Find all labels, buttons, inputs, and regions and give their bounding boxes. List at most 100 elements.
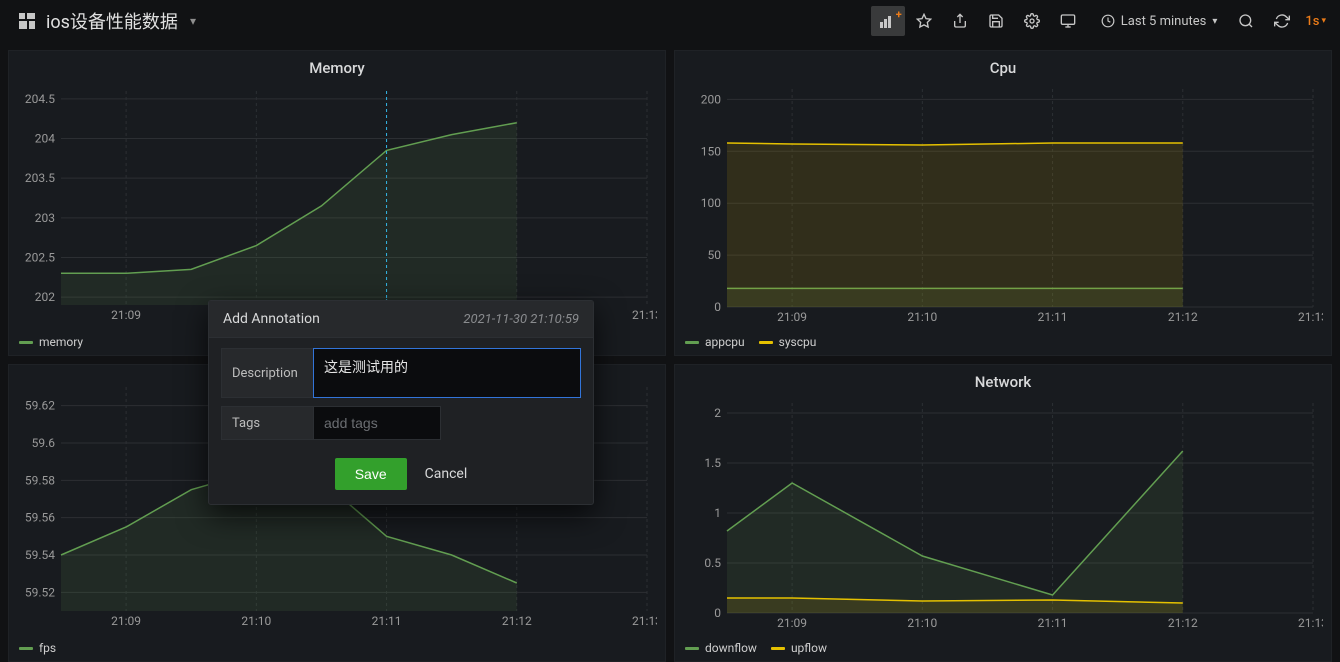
legend-item-upflow[interactable]: upflow xyxy=(771,641,827,655)
svg-text:21:12: 21:12 xyxy=(502,614,532,628)
legend-swatch xyxy=(685,341,699,344)
svg-text:203: 203 xyxy=(35,211,55,225)
svg-text:21:09: 21:09 xyxy=(111,308,141,322)
popup-timestamp: 2021-11-30 21:10:59 xyxy=(463,312,579,327)
svg-text:21:10: 21:10 xyxy=(907,616,937,630)
svg-text:59.52: 59.52 xyxy=(25,585,55,599)
star-button[interactable] xyxy=(907,6,941,36)
time-range-picker[interactable]: Last 5 minutes ▾ xyxy=(1091,6,1228,36)
svg-text:202.5: 202.5 xyxy=(25,250,55,264)
cpu-chart[interactable]: 0 50 100 150 200 21:09 21:10 21:11 21:12 21:13 xyxy=(683,81,1323,329)
legend-label: upflow xyxy=(791,641,827,655)
svg-text:204.5: 204.5 xyxy=(25,92,55,106)
panel-title: Memory xyxy=(9,51,665,81)
svg-text:21:10: 21:10 xyxy=(907,310,937,324)
panel-title: Network xyxy=(675,365,1331,395)
svg-text:21:11: 21:11 xyxy=(1038,310,1068,324)
chart-area[interactable]: 202202.5203203.5204204.521:0921:1021:112… xyxy=(9,81,665,331)
popup-body: Description Tags Save Cancel xyxy=(209,338,593,504)
save-dashboard-button[interactable] xyxy=(979,6,1013,36)
svg-text:59.58: 59.58 xyxy=(25,473,55,487)
topbar-right: Last 5 minutes ▾ 1s ▾ xyxy=(871,6,1332,36)
dashboard-grid: Memory 202202.5203203.5204204.521:0921:1… xyxy=(0,42,1340,662)
legend-label: fps xyxy=(39,641,56,655)
panel-cpu[interactable]: Cpu 0 50 100 150 200 21:09 21:10 21:11 21:12 21:1… xyxy=(674,50,1332,356)
svg-text:21:09: 21:09 xyxy=(777,310,807,324)
legend-label: downflow xyxy=(705,641,757,655)
svg-text:59.6: 59.6 xyxy=(32,436,56,450)
panel-network[interactable]: Network 0 0.5 1 1.5 2 21:09 21:10 21:11 21:12 21:… xyxy=(674,364,1332,662)
chevron-down-icon[interactable]: ▾ xyxy=(190,14,196,28)
svg-text:0: 0 xyxy=(714,606,721,620)
legend-item-memory[interactable]: memory xyxy=(19,335,83,349)
description-label: Description xyxy=(221,348,313,398)
memory-chart[interactable]: 202202.5203203.5204204.521:0921:1021:112… xyxy=(17,81,657,329)
svg-text:21:13: 21:13 xyxy=(1298,310,1323,324)
share-button[interactable] xyxy=(943,6,977,36)
legend-swatch xyxy=(771,647,785,650)
zoom-out-button[interactable] xyxy=(1229,6,1263,36)
refresh-button[interactable] xyxy=(1265,6,1299,36)
panel-title: Cpu xyxy=(675,51,1331,81)
chevron-down-icon: ▾ xyxy=(1212,16,1217,27)
svg-text:21:10: 21:10 xyxy=(241,614,271,628)
legend-swatch xyxy=(19,647,33,650)
svg-text:1: 1 xyxy=(714,506,721,520)
cancel-button[interactable]: Cancel xyxy=(425,466,468,482)
legend-label: syscpu xyxy=(779,335,817,349)
chart-area[interactable]: 0 50 100 150 200 21:09 21:10 21:11 21:12 21:13 xyxy=(675,81,1331,331)
legend-label: memory xyxy=(39,335,83,349)
dashboard-title[interactable]: ios设备性能数据 xyxy=(46,8,178,34)
network-chart[interactable]: 0 0.5 1 1.5 2 21:09 21:10 21:11 21:12 21:13 xyxy=(683,395,1323,635)
chart-area[interactable]: 0 0.5 1 1.5 2 21:09 21:10 21:11 21:12 21:13 xyxy=(675,395,1331,637)
legend-item-appcpu[interactable]: appcpu xyxy=(685,335,745,349)
time-range-label: Last 5 minutes xyxy=(1121,14,1207,29)
legend-item-fps[interactable]: fps xyxy=(19,641,56,655)
svg-text:21:11: 21:11 xyxy=(1038,616,1068,630)
legend-swatch xyxy=(19,341,33,344)
svg-text:59.62: 59.62 xyxy=(25,399,55,413)
svg-text:21:13: 21:13 xyxy=(632,308,657,322)
svg-text:59.56: 59.56 xyxy=(25,511,55,525)
svg-text:21:13: 21:13 xyxy=(1298,616,1323,630)
legend: fps xyxy=(9,637,665,661)
svg-text:21:09: 21:09 xyxy=(777,616,807,630)
svg-text:21:11: 21:11 xyxy=(372,614,402,628)
refresh-interval-label: 1s xyxy=(1305,14,1319,29)
legend-swatch xyxy=(685,647,699,650)
settings-button[interactable] xyxy=(1015,6,1049,36)
svg-text:21:13: 21:13 xyxy=(632,614,657,628)
svg-text:100: 100 xyxy=(701,196,721,210)
svg-text:0.5: 0.5 xyxy=(704,556,721,570)
top-bar: ios设备性能数据 ▾ Last 5 minutes ▾ xyxy=(0,0,1340,42)
refresh-interval-picker[interactable]: 1s ▾ xyxy=(1301,14,1332,29)
svg-text:59.54: 59.54 xyxy=(25,548,55,562)
tv-mode-button[interactable] xyxy=(1051,6,1085,36)
add-annotation-popup: Add Annotation 2021-11-30 21:10:59 Descr… xyxy=(208,300,594,505)
legend: appcpu syscpu xyxy=(675,331,1331,355)
svg-text:50: 50 xyxy=(708,248,722,262)
tags-label: Tags xyxy=(221,406,313,440)
svg-text:200: 200 xyxy=(701,92,721,106)
legend: downflow upflow xyxy=(675,637,1331,661)
topbar-left: ios设备性能数据 ▾ xyxy=(8,8,196,34)
popup-title: Add Annotation xyxy=(223,311,320,327)
svg-text:203.5: 203.5 xyxy=(25,171,55,185)
save-button[interactable]: Save xyxy=(335,458,407,490)
dashboard-grid-icon[interactable] xyxy=(18,12,36,30)
svg-text:0: 0 xyxy=(714,300,721,314)
add-panel-button[interactable] xyxy=(871,6,905,36)
legend-item-downflow[interactable]: downflow xyxy=(685,641,757,655)
legend-label: appcpu xyxy=(705,335,745,349)
svg-text:150: 150 xyxy=(701,144,721,158)
svg-text:2: 2 xyxy=(714,406,721,420)
svg-text:21:09: 21:09 xyxy=(111,614,141,628)
chevron-down-icon: ▾ xyxy=(1321,16,1326,26)
description-input[interactable] xyxy=(313,348,581,398)
svg-text:21:12: 21:12 xyxy=(1168,616,1198,630)
svg-text:21:12: 21:12 xyxy=(1168,310,1198,324)
svg-text:1.5: 1.5 xyxy=(704,456,721,470)
popup-header: Add Annotation 2021-11-30 21:10:59 xyxy=(209,301,593,338)
tags-input[interactable] xyxy=(313,406,441,440)
legend-item-syscpu[interactable]: syscpu xyxy=(759,335,817,349)
